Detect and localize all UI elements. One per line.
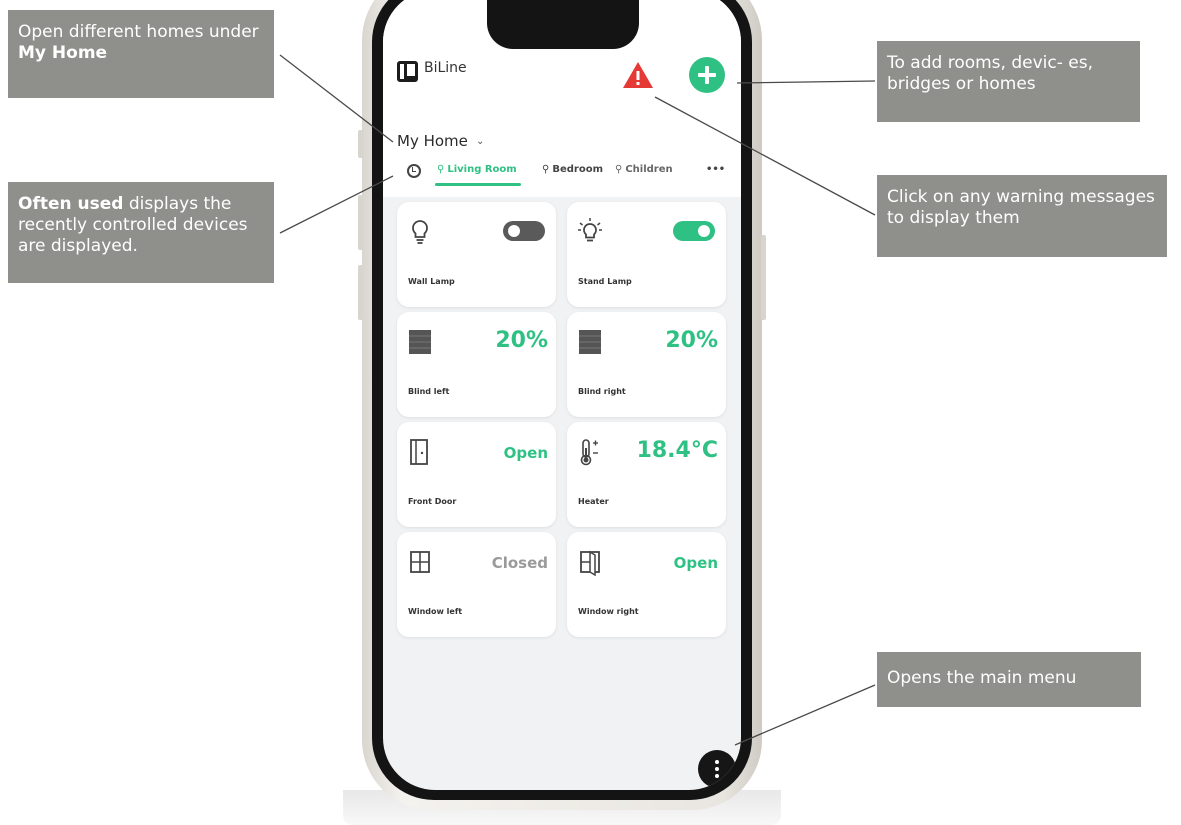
bulb-icon — [412, 220, 428, 244]
bulb-on-icon — [578, 218, 602, 242]
device-tile-heater[interactable]: 18.4°C Heater — [567, 422, 726, 527]
phone-side-button — [358, 195, 363, 250]
active-tab-indicator — [435, 183, 521, 186]
device-tile-blind-left[interactable]: 20% Blind left — [397, 312, 556, 417]
door-icon — [410, 439, 428, 465]
tile-label: Stand Lamp — [578, 277, 632, 286]
callout-add: To add rooms, devic- es, bridges or home… — [877, 41, 1140, 122]
phone-side-button — [761, 235, 766, 320]
warning-icon[interactable] — [621, 60, 655, 90]
callout-text: To add rooms, devic- es, bridges or home… — [887, 53, 1093, 94]
window-status-value: Closed — [491, 554, 548, 572]
tab-children[interactable]: ⚲ Children — [615, 164, 673, 175]
menu-dot — [715, 774, 719, 778]
tile-label: Blind left — [408, 387, 450, 396]
callout-text: Open different homes under — [18, 22, 259, 42]
app-name: BiLine — [424, 60, 467, 76]
callout-bold: Often used — [18, 194, 124, 214]
phone-side-button — [358, 130, 363, 158]
callout-warning: Click on any warning messages to display… — [877, 175, 1167, 257]
location-pin-icon: ⚲ — [615, 164, 623, 175]
window-icon — [410, 551, 430, 573]
temperature-value: 18.4°C — [636, 438, 718, 463]
device-tile-stand-lamp[interactable]: Stand Lamp — [567, 202, 726, 307]
tile-label: Window right — [578, 607, 639, 616]
window-open-icon — [580, 550, 600, 576]
callout-bold: My Home — [18, 43, 108, 63]
tile-label: Front Door — [408, 497, 457, 506]
tile-label: Heater — [578, 497, 609, 506]
callout-text: Click on any warning messages to display… — [887, 187, 1155, 228]
callout-main-menu: Opens the main menu — [877, 652, 1141, 707]
lamp-toggle[interactable] — [673, 221, 715, 241]
callout-often-used: Often used displays the recently control… — [8, 182, 274, 283]
location-pin-icon: ⚲ — [542, 164, 550, 175]
tab-label: Living Room — [447, 164, 517, 175]
thermometer-icon — [580, 439, 598, 466]
menu-dot — [715, 767, 719, 771]
tile-label: Wall Lamp — [408, 277, 455, 286]
door-status-value: Open — [503, 444, 548, 462]
lamp-toggle[interactable] — [503, 221, 545, 241]
more-tabs-icon[interactable]: ••• — [706, 164, 725, 175]
callout-open-homes: Open different homes under My Home — [8, 10, 274, 98]
menu-dot — [715, 760, 719, 764]
tab-bedroom[interactable]: ⚲ Bedroom — [542, 164, 603, 175]
device-tile-blind-right[interactable]: 20% Blind right — [567, 312, 726, 417]
callout-text: Opens the main menu — [887, 668, 1077, 688]
tab-label: Bedroom — [552, 164, 603, 175]
tab-living-room[interactable]: ⚲ Living Room — [437, 164, 517, 175]
add-button[interactable] — [689, 57, 725, 93]
device-tile-wall-lamp[interactable]: Wall Lamp — [397, 202, 556, 307]
tile-label: Blind right — [578, 387, 626, 396]
blind-position-value: 20% — [495, 328, 548, 353]
location-pin-icon: ⚲ — [437, 164, 445, 175]
room-tabs: ⚲ Living Room ⚲ Bedroom ⚲ Children ••• — [397, 164, 737, 186]
phone-notch — [487, 0, 639, 49]
device-tile-window-left[interactable]: Closed Window left — [397, 532, 556, 637]
main-menu-button[interactable] — [698, 750, 736, 788]
phone-side-button — [358, 265, 363, 320]
tile-label: Window left — [408, 607, 463, 616]
blind-position-value: 20% — [665, 328, 718, 353]
home-selector[interactable]: My Home — [397, 132, 468, 150]
tab-label: Children — [625, 164, 673, 175]
biline-logo-icon — [397, 61, 418, 82]
device-tile-front-door[interactable]: Open Front Door — [397, 422, 556, 527]
window-status-value: Open — [673, 554, 718, 572]
device-tile-window-right[interactable]: Open Window right — [567, 532, 726, 637]
often-used-clock-icon[interactable] — [407, 164, 421, 178]
chevron-down-icon[interactable]: ⌄ — [476, 136, 484, 147]
blind-icon — [579, 330, 601, 354]
phone-screen: BiLine My Home ⌄ ⚲ Living Room ⚲ Bedroom ⚲… — [383, 0, 741, 790]
blind-icon — [409, 330, 431, 354]
